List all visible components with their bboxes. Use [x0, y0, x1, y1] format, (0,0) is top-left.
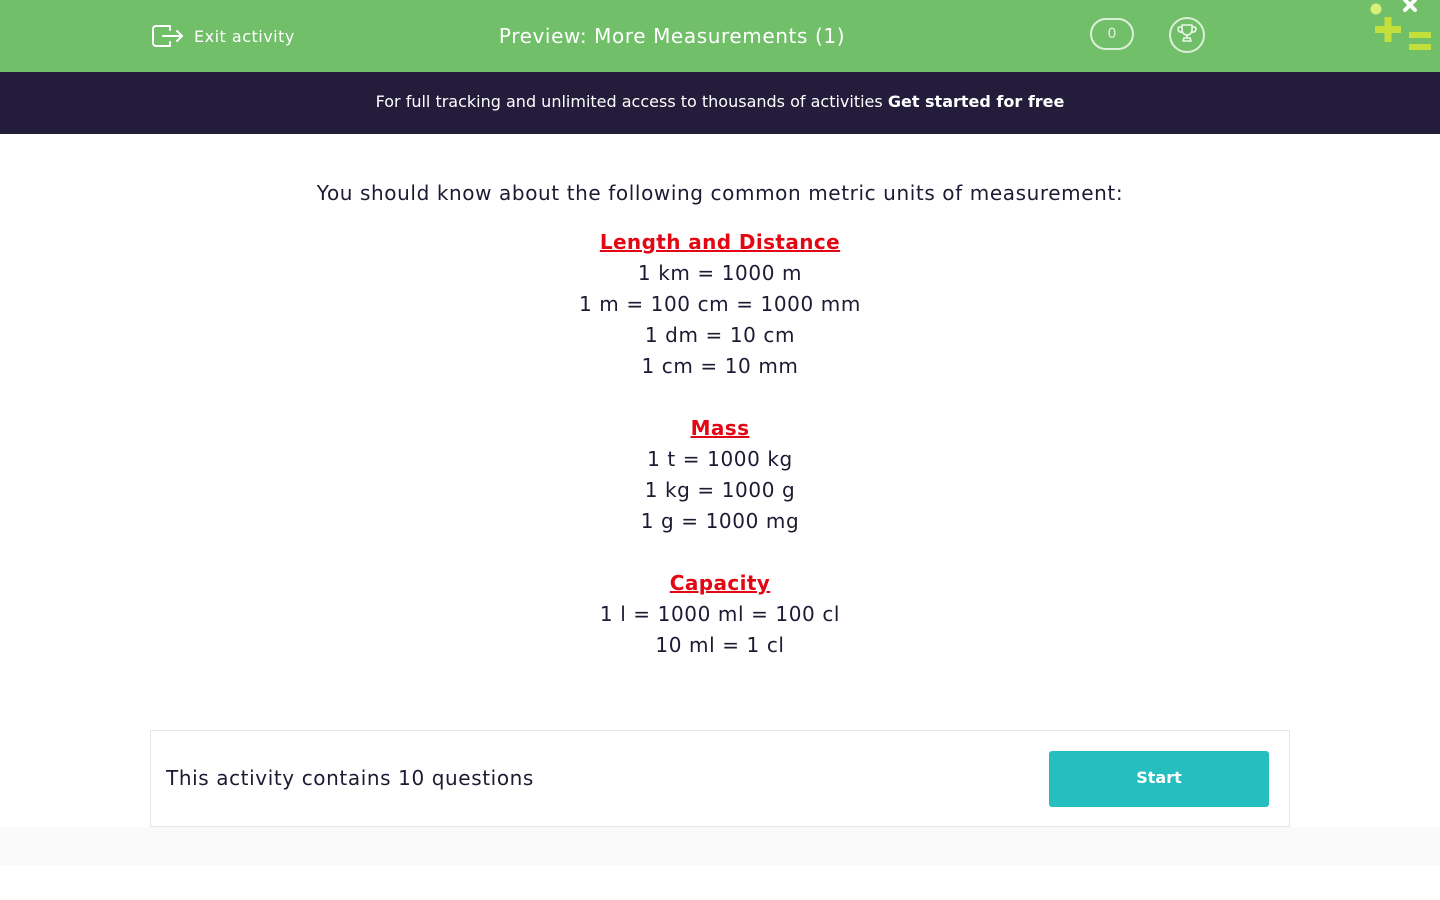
conversion-line: 1 km = 1000 m: [637, 261, 803, 285]
get-started-link[interactable]: Get started for free: [888, 92, 1065, 111]
conversion-line: 1 m = 100 cm = 1000 mm: [579, 292, 861, 316]
conversion-line: 1 g = 1000 mg: [640, 509, 800, 533]
intro-text: You should know about the following comm…: [316, 181, 1124, 205]
conversion-line: 10 ml = 1 cl: [655, 633, 785, 657]
conversion-line: 1 l = 1000 ml = 100 cl: [599, 602, 841, 626]
section-heading: Mass: [690, 416, 750, 440]
conversion-line: 1 kg = 1000 g: [644, 478, 796, 502]
section-capacity: Capacity 1 l = 1000 ml = 100 cl 10 ml = …: [0, 568, 1440, 661]
promo-text: For full tracking and unlimited access t…: [375, 92, 883, 111]
conversion-line: 1 dm = 10 cm: [644, 323, 796, 347]
section-length-distance: Length and Distance 1 km = 1000 m 1 m = …: [0, 227, 1440, 382]
trophy-icon: [1176, 22, 1198, 48]
conversion-line: 1 cm = 10 mm: [641, 354, 799, 378]
promo-banner: For full tracking and unlimited access t…: [0, 72, 1440, 134]
conversion-line: 1 t = 1000 kg: [647, 447, 793, 471]
activity-start-panel: This activity contains 10 questions Star…: [150, 730, 1290, 827]
section-mass: Mass 1 t = 1000 kg 1 kg = 1000 g 1 g = 1…: [0, 413, 1440, 537]
footer-band: [0, 827, 1440, 865]
activity-intro-content: You should know about the following comm…: [0, 165, 1440, 661]
score-badge: 0: [1090, 18, 1134, 50]
brand-logo-icon[interactable]: [1365, 0, 1435, 56]
top-header: Exit activity Preview: More Measurements…: [0, 0, 1440, 72]
section-heading: Length and Distance: [599, 230, 841, 254]
start-button[interactable]: Start: [1049, 751, 1269, 807]
section-heading: Capacity: [669, 571, 771, 595]
trophy-button[interactable]: [1169, 17, 1205, 53]
page-title: Preview: More Measurements (1): [498, 24, 846, 48]
question-count-text: This activity contains 10 questions: [166, 766, 534, 790]
